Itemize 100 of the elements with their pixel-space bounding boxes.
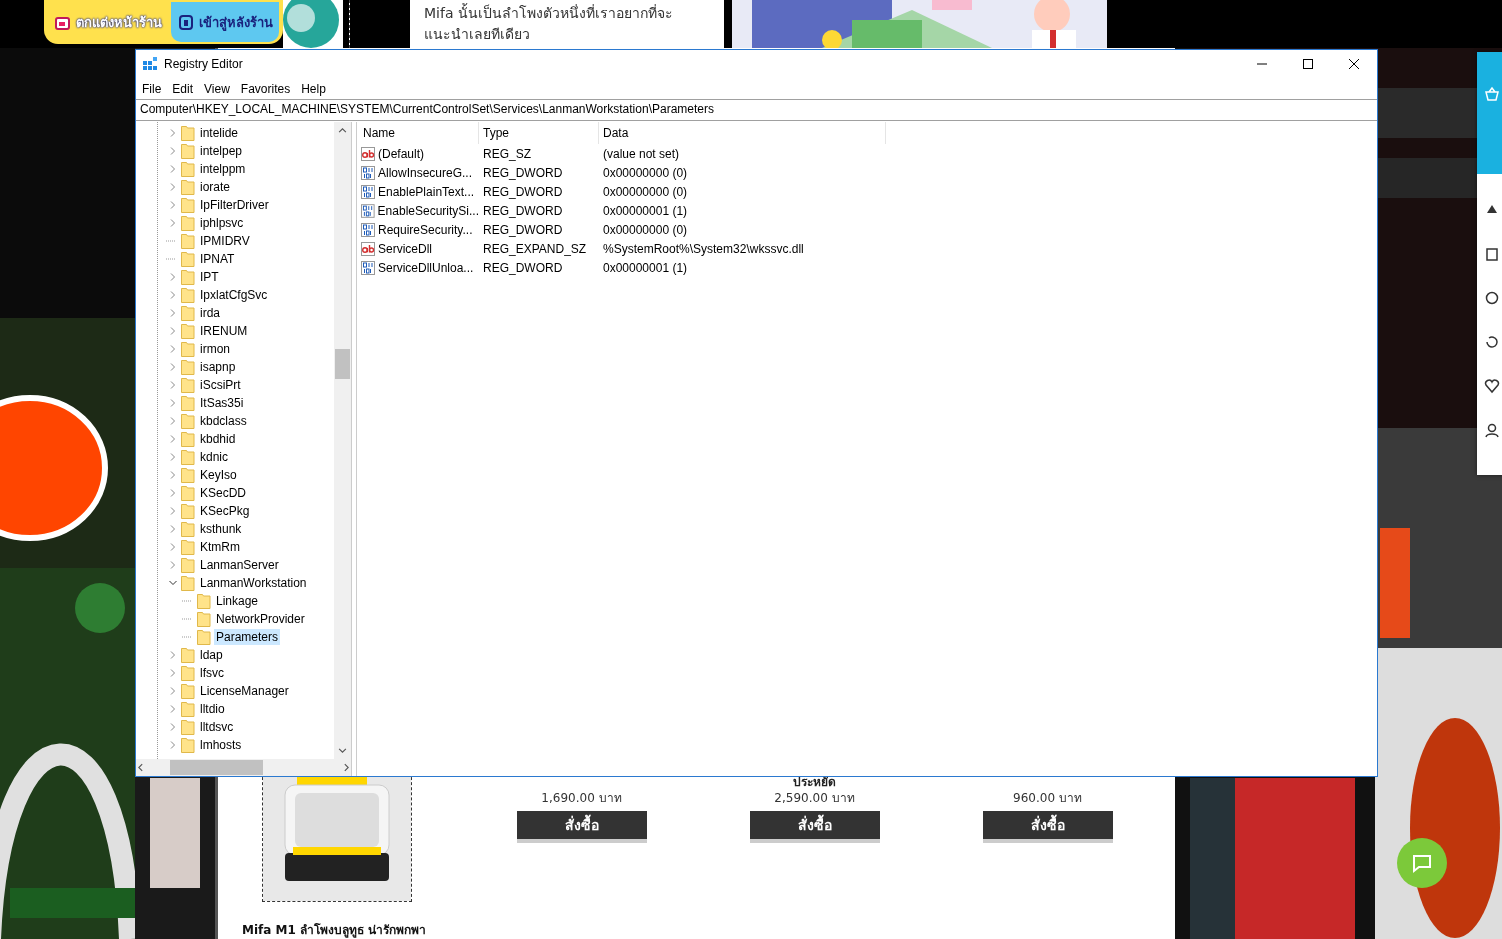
expand-chevron-icon[interactable] xyxy=(169,741,177,749)
tree-item[interactable]: LanmanServer xyxy=(198,557,281,573)
tree-item[interactable]: KSecDD xyxy=(198,485,248,501)
scroll-down-icon[interactable] xyxy=(338,746,347,755)
expand-chevron-icon[interactable] xyxy=(169,219,177,227)
tree-item[interactable]: IRENUM xyxy=(198,323,250,339)
expand-chevron-icon[interactable] xyxy=(169,723,177,731)
tree-item[interactable]: IPNAT xyxy=(198,251,237,267)
expand-chevron-icon[interactable] xyxy=(169,183,177,191)
tree-item[interactable]: IPT xyxy=(198,269,221,285)
expand-chevron-icon[interactable] xyxy=(169,507,177,515)
expand-chevron-icon[interactable] xyxy=(169,129,177,137)
tree-item[interactable]: Parameters xyxy=(214,629,281,645)
expand-chevron-icon[interactable] xyxy=(169,705,177,713)
expand-chevron-icon[interactable] xyxy=(169,471,177,479)
value-type: REG_DWORD xyxy=(482,165,564,180)
scroll-thumb[interactable] xyxy=(335,349,350,379)
value-name[interactable]: RequireSecurity... xyxy=(378,222,473,237)
tree-item[interactable]: lmhosts xyxy=(198,737,244,753)
value-name[interactable]: AllowInsecureG... xyxy=(378,165,473,180)
heart-icon[interactable] xyxy=(1484,378,1500,394)
address-bar[interactable]: Computer\HKEY_LOCAL_MACHINE\SYSTEM\CurrentControlSet\Services\LanmanWorkstation\Parameters xyxy=(136,99,1377,121)
expand-chevron-icon[interactable] xyxy=(169,525,177,533)
shop-button[interactable]: เข้าสู่หลังร้าน xyxy=(171,2,279,42)
menu-item[interactable]: View xyxy=(200,78,237,99)
tree-item[interactable]: iphlpsvc xyxy=(198,215,246,231)
tree-item[interactable]: isapnp xyxy=(198,359,238,375)
tree-item[interactable]: KeyIso xyxy=(198,467,239,483)
tree-item[interactable]: intelpep xyxy=(198,143,245,159)
folder-icon xyxy=(181,521,195,537)
expand-chevron-icon[interactable] xyxy=(169,669,177,677)
tree-item[interactable]: ldap xyxy=(198,647,225,663)
tree-item[interactable]: Linkage xyxy=(214,593,261,609)
tree-item[interactable]: KSecPkg xyxy=(198,503,252,519)
tree-item[interactable]: IpxlatCfgSvc xyxy=(198,287,270,303)
scroll-thumb[interactable] xyxy=(170,760,263,775)
tree-item[interactable]: intelide xyxy=(198,125,241,141)
tree-item[interactable]: NetworkProvider xyxy=(214,611,307,627)
basket-icon[interactable] xyxy=(1484,86,1500,102)
tree-item[interactable]: ksthunk xyxy=(198,521,244,537)
expand-chevron-icon[interactable] xyxy=(169,327,177,335)
tree-item[interactable]: lltdio xyxy=(198,701,227,717)
tree-item[interactable]: lfsvc xyxy=(198,665,226,681)
tree-item[interactable]: irmon xyxy=(198,341,232,357)
tree-item[interactable]: LanmanWorkstation xyxy=(198,575,309,591)
collapse-chevron-icon[interactable] xyxy=(169,579,177,587)
refresh-icon[interactable] xyxy=(1484,334,1500,350)
expand-chevron-icon[interactable] xyxy=(169,489,177,497)
expand-chevron-icon[interactable] xyxy=(169,345,177,353)
expand-chevron-icon[interactable] xyxy=(169,309,177,317)
tree-item[interactable]: iorate xyxy=(198,179,233,195)
tree-item[interactable]: lltdsvc xyxy=(198,719,236,735)
folder-icon xyxy=(181,737,195,753)
expand-chevron-icon[interactable] xyxy=(169,561,177,569)
expand-chevron-icon[interactable] xyxy=(169,147,177,155)
expand-chevron-icon[interactable] xyxy=(169,687,177,695)
expand-chevron-icon[interactable] xyxy=(169,543,177,551)
order-button[interactable]: สั่งซื้อ xyxy=(516,811,647,843)
tree-item[interactable]: iScsiPrt xyxy=(198,377,243,393)
expand-chevron-icon[interactable] xyxy=(169,201,177,209)
expand-chevron-icon[interactable] xyxy=(169,417,177,425)
tree-item[interactable]: IpFilterDriver xyxy=(198,197,271,213)
vertical-scrollbar[interactable] xyxy=(334,122,351,759)
tree-item[interactable]: KtmRm xyxy=(198,539,242,555)
tree-item[interactable]: kdnic xyxy=(198,449,230,465)
tree-item[interactable]: kbdhid xyxy=(198,431,238,447)
tree-item[interactable]: irda xyxy=(198,305,222,321)
value-name[interactable]: ServiceDll xyxy=(378,241,432,256)
expand-chevron-icon[interactable] xyxy=(169,381,177,389)
tree-item[interactable]: IPMIDRV xyxy=(198,233,252,249)
expand-chevron-icon[interactable] xyxy=(169,363,177,371)
tree-item[interactable]: ItSas35i xyxy=(198,395,246,411)
order-button[interactable]: สั่งซื้อ xyxy=(749,811,880,843)
menu-item[interactable]: Favorites xyxy=(236,78,298,99)
menu-item[interactable]: Help xyxy=(297,78,333,99)
value-name[interactable]: (Default) xyxy=(378,146,424,161)
scroll-right-icon[interactable] xyxy=(342,763,351,772)
scroll-up-icon[interactable] xyxy=(338,126,347,135)
value-name[interactable]: EnablePlainText... xyxy=(378,184,475,199)
user-icon[interactable] xyxy=(1484,422,1500,438)
value-name[interactable]: ServiceDllUnloa... xyxy=(378,260,474,275)
tree-item[interactable]: intelppm xyxy=(198,161,248,177)
folder-icon xyxy=(181,215,195,231)
expand-chevron-icon[interactable] xyxy=(169,651,177,659)
horizontal-scrollbar[interactable] xyxy=(136,759,351,776)
value-data: 0x00000000 (0) xyxy=(602,222,689,237)
expand-chevron-icon[interactable] xyxy=(169,273,177,281)
expand-chevron-icon[interactable] xyxy=(169,435,177,443)
tree-item[interactable]: kbdclass xyxy=(198,413,249,429)
tree-item[interactable]: LicenseManager xyxy=(198,683,291,699)
expand-chevron-icon[interactable] xyxy=(169,165,177,173)
menu-item[interactable]: Edit xyxy=(168,78,201,99)
value-name[interactable]: EnableSecuritySi... xyxy=(377,203,479,218)
menu-item[interactable]: File xyxy=(138,78,169,99)
expand-chevron-icon[interactable] xyxy=(169,291,177,299)
order-button[interactable]: สั่งซื้อ xyxy=(982,811,1113,843)
expand-chevron-icon[interactable] xyxy=(169,453,177,461)
expand-chevron-icon[interactable] xyxy=(169,399,177,407)
value-data: 0x00000001 (1) xyxy=(602,203,689,218)
scroll-left-icon[interactable] xyxy=(136,763,145,772)
